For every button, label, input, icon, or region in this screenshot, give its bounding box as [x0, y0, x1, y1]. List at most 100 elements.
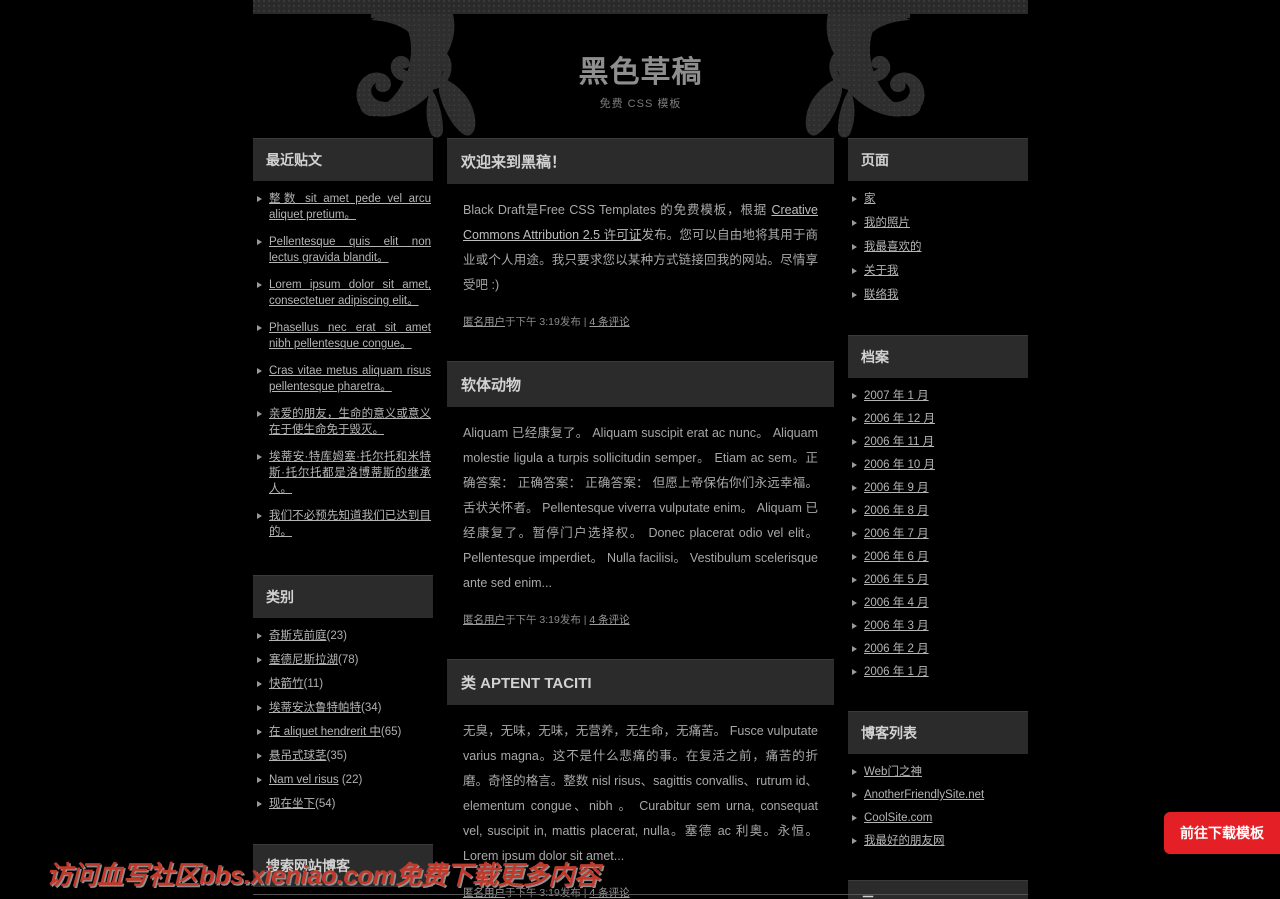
- page-link[interactable]: 我最喜欢的: [864, 241, 922, 253]
- post-author-link[interactable]: 匿名用户: [463, 316, 505, 328]
- category-link[interactable]: 奇斯克前庭: [269, 630, 327, 642]
- recent-post-link[interactable]: Phasellus nec erat sit amet nibh pellent…: [269, 320, 431, 352]
- list-item[interactable]: 2006 年 8 月: [850, 503, 1026, 520]
- top-texture-bar: [253, 0, 1028, 14]
- archive-link[interactable]: 2006 年 10 月: [864, 459, 935, 471]
- blogroll-link[interactable]: Web门之神: [864, 766, 922, 778]
- list-item[interactable]: 2006 年 5 月: [850, 572, 1026, 589]
- recent-post-link[interactable]: 埃蒂安·特库姆塞·托尔托和米特斯·托尔托都是洛博蒂斯的继承人。: [269, 449, 431, 497]
- list-item[interactable]: Cras vitae metus aliquam risus pellentes…: [255, 363, 431, 395]
- recent-post-link[interactable]: 亲爱的朋友，生命的意义或意义在于使生命免于毁灭。: [269, 406, 431, 438]
- recent-post-link[interactable]: 整数 sit amet pede vel arcu aliquet pretiu…: [269, 191, 431, 223]
- list-item[interactable]: 2006 年 2 月: [850, 641, 1026, 658]
- list-item[interactable]: Web门之神: [850, 764, 1026, 781]
- panel-title-meta: 元: [848, 880, 1028, 899]
- download-template-button[interactable]: 前往下载模板: [1164, 812, 1280, 854]
- archive-link[interactable]: 2006 年 6 月: [864, 551, 929, 563]
- panel-body-blogroll: Web门之神 AnotherFriendlySite.net CoolSite.…: [848, 754, 1028, 860]
- page-link[interactable]: 联络我: [864, 289, 899, 301]
- archive-link[interactable]: 2007 年 1 月: [864, 390, 929, 402]
- list-item[interactable]: 在 aliquet hendrerit 中(65): [255, 724, 431, 741]
- list-item[interactable]: 现在坐下(54): [255, 796, 431, 813]
- post-author-link[interactable]: 匿名用户: [463, 614, 505, 626]
- site-banner: 黑色草稿 免费 CSS 模板: [253, 14, 1028, 138]
- post-welcome: 欢迎来到黑稿！ Black Draft是Free CSS Templates 的…: [447, 138, 834, 341]
- archive-link[interactable]: 2006 年 7 月: [864, 528, 929, 540]
- panel-title-categories: 类别: [253, 575, 433, 618]
- archive-link[interactable]: 2006 年 1 月: [864, 666, 929, 678]
- archive-link[interactable]: 2006 年 5 月: [864, 574, 929, 586]
- list-item[interactable]: 2006 年 4 月: [850, 595, 1026, 612]
- site-tagline: 免费 CSS 模板: [599, 98, 682, 110]
- archive-link[interactable]: 2006 年 12 月: [864, 413, 935, 425]
- archive-link[interactable]: 2006 年 8 月: [864, 505, 929, 517]
- page-link[interactable]: 关于我: [864, 265, 899, 277]
- list-item[interactable]: 2006 年 10 月: [850, 457, 1026, 474]
- list-item[interactable]: 我最喜欢的: [850, 239, 1026, 256]
- category-link[interactable]: 现在坐下: [269, 798, 315, 810]
- list-item[interactable]: 2006 年 11 月: [850, 434, 1026, 451]
- list-item[interactable]: 悬吊式球茎(35): [255, 748, 431, 765]
- post-text-pre: Black Draft是Free CSS Templates 的免费模板，根据: [463, 203, 772, 217]
- banner-text-block: 黑色草稿 免费 CSS 模板: [253, 56, 1028, 111]
- list-item[interactable]: 2007 年 1 月: [850, 388, 1026, 405]
- page-link[interactable]: 家: [864, 193, 876, 205]
- list-item[interactable]: 快箭竹(11): [255, 676, 431, 693]
- panel-title-recent-posts: 最近贴文: [253, 138, 433, 181]
- archive-link[interactable]: 2006 年 11 月: [864, 436, 934, 448]
- list-item[interactable]: 我的照片: [850, 215, 1026, 232]
- recent-post-link[interactable]: Pellentesque quis elit non lectus gravid…: [269, 234, 431, 266]
- category-link[interactable]: 埃蒂安汰鲁特帕特: [269, 702, 361, 714]
- category-link[interactable]: 在 aliquet hendrerit 中: [269, 726, 381, 738]
- blogroll-link[interactable]: AnotherFriendlySite.net: [864, 789, 984, 801]
- list-item[interactable]: 2006 年 3 月: [850, 618, 1026, 635]
- list-item[interactable]: 关于我: [850, 263, 1026, 280]
- page-link[interactable]: 我的照片: [864, 217, 910, 229]
- archive-link[interactable]: 2006 年 3 月: [864, 620, 929, 632]
- list-item[interactable]: 联络我: [850, 287, 1026, 304]
- list-item[interactable]: 2006 年 6 月: [850, 549, 1026, 566]
- list-item[interactable]: 2006 年 9 月: [850, 480, 1026, 497]
- category-count: (78): [338, 654, 359, 666]
- page-root: 黑色草稿 免费 CSS 模板 最近贴文 整数 sit amet pede vel…: [0, 0, 1280, 899]
- category-link[interactable]: 快箭竹: [269, 678, 304, 690]
- list-item[interactable]: 2006 年 1 月: [850, 664, 1026, 681]
- list-item[interactable]: 奇斯克前庭(23): [255, 628, 431, 645]
- post-text: 无臭，无味，无味，无营养，无生命，无痛苦。 Fusce vulputate va…: [463, 724, 818, 863]
- archive-link[interactable]: 2006 年 2 月: [864, 643, 929, 655]
- list-item[interactable]: CoolSite.com: [850, 810, 1026, 827]
- archive-link[interactable]: 2006 年 4 月: [864, 597, 929, 609]
- post-meta: 匿名用户于下午 3:19发布 | 4 条评论: [463, 612, 818, 627]
- post-comments-link[interactable]: 4 条评论: [589, 316, 629, 328]
- list-item[interactable]: Lorem ipsum dolor sit amet, consectetuer…: [255, 277, 431, 309]
- recent-post-link[interactable]: Lorem ipsum dolor sit amet, consectetuer…: [269, 277, 431, 309]
- list-item[interactable]: 2006 年 12 月: [850, 411, 1026, 428]
- category-link[interactable]: 塞德尼斯拉湖: [269, 654, 338, 666]
- watermark-text: 访问血写社区bbs.xieniao.com免费下载更多内容: [46, 860, 600, 890]
- list-item[interactable]: 家: [850, 191, 1026, 208]
- list-item[interactable]: Pellentesque quis elit non lectus gravid…: [255, 234, 431, 266]
- list-item[interactable]: Phasellus nec erat sit amet nibh pellent…: [255, 320, 431, 352]
- category-link[interactable]: Nam vel risus: [269, 774, 339, 786]
- list-item[interactable]: Nam vel risus (22): [255, 772, 431, 789]
- list-item[interactable]: AnotherFriendlySite.net: [850, 787, 1026, 804]
- blogroll-link[interactable]: 我最好的朋友网: [864, 835, 945, 847]
- list-item[interactable]: 整数 sit amet pede vel arcu aliquet pretiu…: [255, 191, 431, 223]
- list-item[interactable]: 埃蒂安汰鲁特帕特(34): [255, 700, 431, 717]
- list-item[interactable]: 塞德尼斯拉湖(78): [255, 652, 431, 669]
- list-item[interactable]: 2006 年 7 月: [850, 526, 1026, 543]
- panel-categories: 类别 奇斯克前庭(23) 塞德尼斯拉湖(78) 快箭竹(11) 埃蒂安汰鲁特帕特…: [253, 575, 433, 824]
- archive-link[interactable]: 2006 年 9 月: [864, 482, 929, 494]
- list-item[interactable]: 我们不必预先知道我们已达到目的。: [255, 508, 431, 540]
- recent-post-link[interactable]: Cras vitae metus aliquam risus pellentes…: [269, 363, 431, 395]
- post-body: Aliquam 已经康复了。 Aliquam suscipit erat ac …: [447, 407, 834, 639]
- post-body: Black Draft是Free CSS Templates 的免费模板，根据 …: [447, 184, 834, 341]
- recent-post-link[interactable]: 我们不必预先知道我们已达到目的。: [269, 508, 431, 540]
- blogroll-link[interactable]: CoolSite.com: [864, 812, 932, 824]
- list-item[interactable]: 埃蒂安·特库姆塞·托尔托和米特斯·托尔托都是洛博蒂斯的继承人。: [255, 449, 431, 497]
- post-comments-link[interactable]: 4 条评论: [589, 614, 629, 626]
- list-item[interactable]: 亲爱的朋友，生命的意义或意义在于使生命免于毁灭。: [255, 406, 431, 438]
- list-item[interactable]: 我最好的朋友网: [850, 833, 1026, 850]
- category-link[interactable]: 悬吊式球茎: [269, 750, 327, 762]
- right-sidebar: 页面 家 我的照片 我最喜欢的 关于我 联络我 档案 2007 年 1 月 20…: [848, 138, 1028, 899]
